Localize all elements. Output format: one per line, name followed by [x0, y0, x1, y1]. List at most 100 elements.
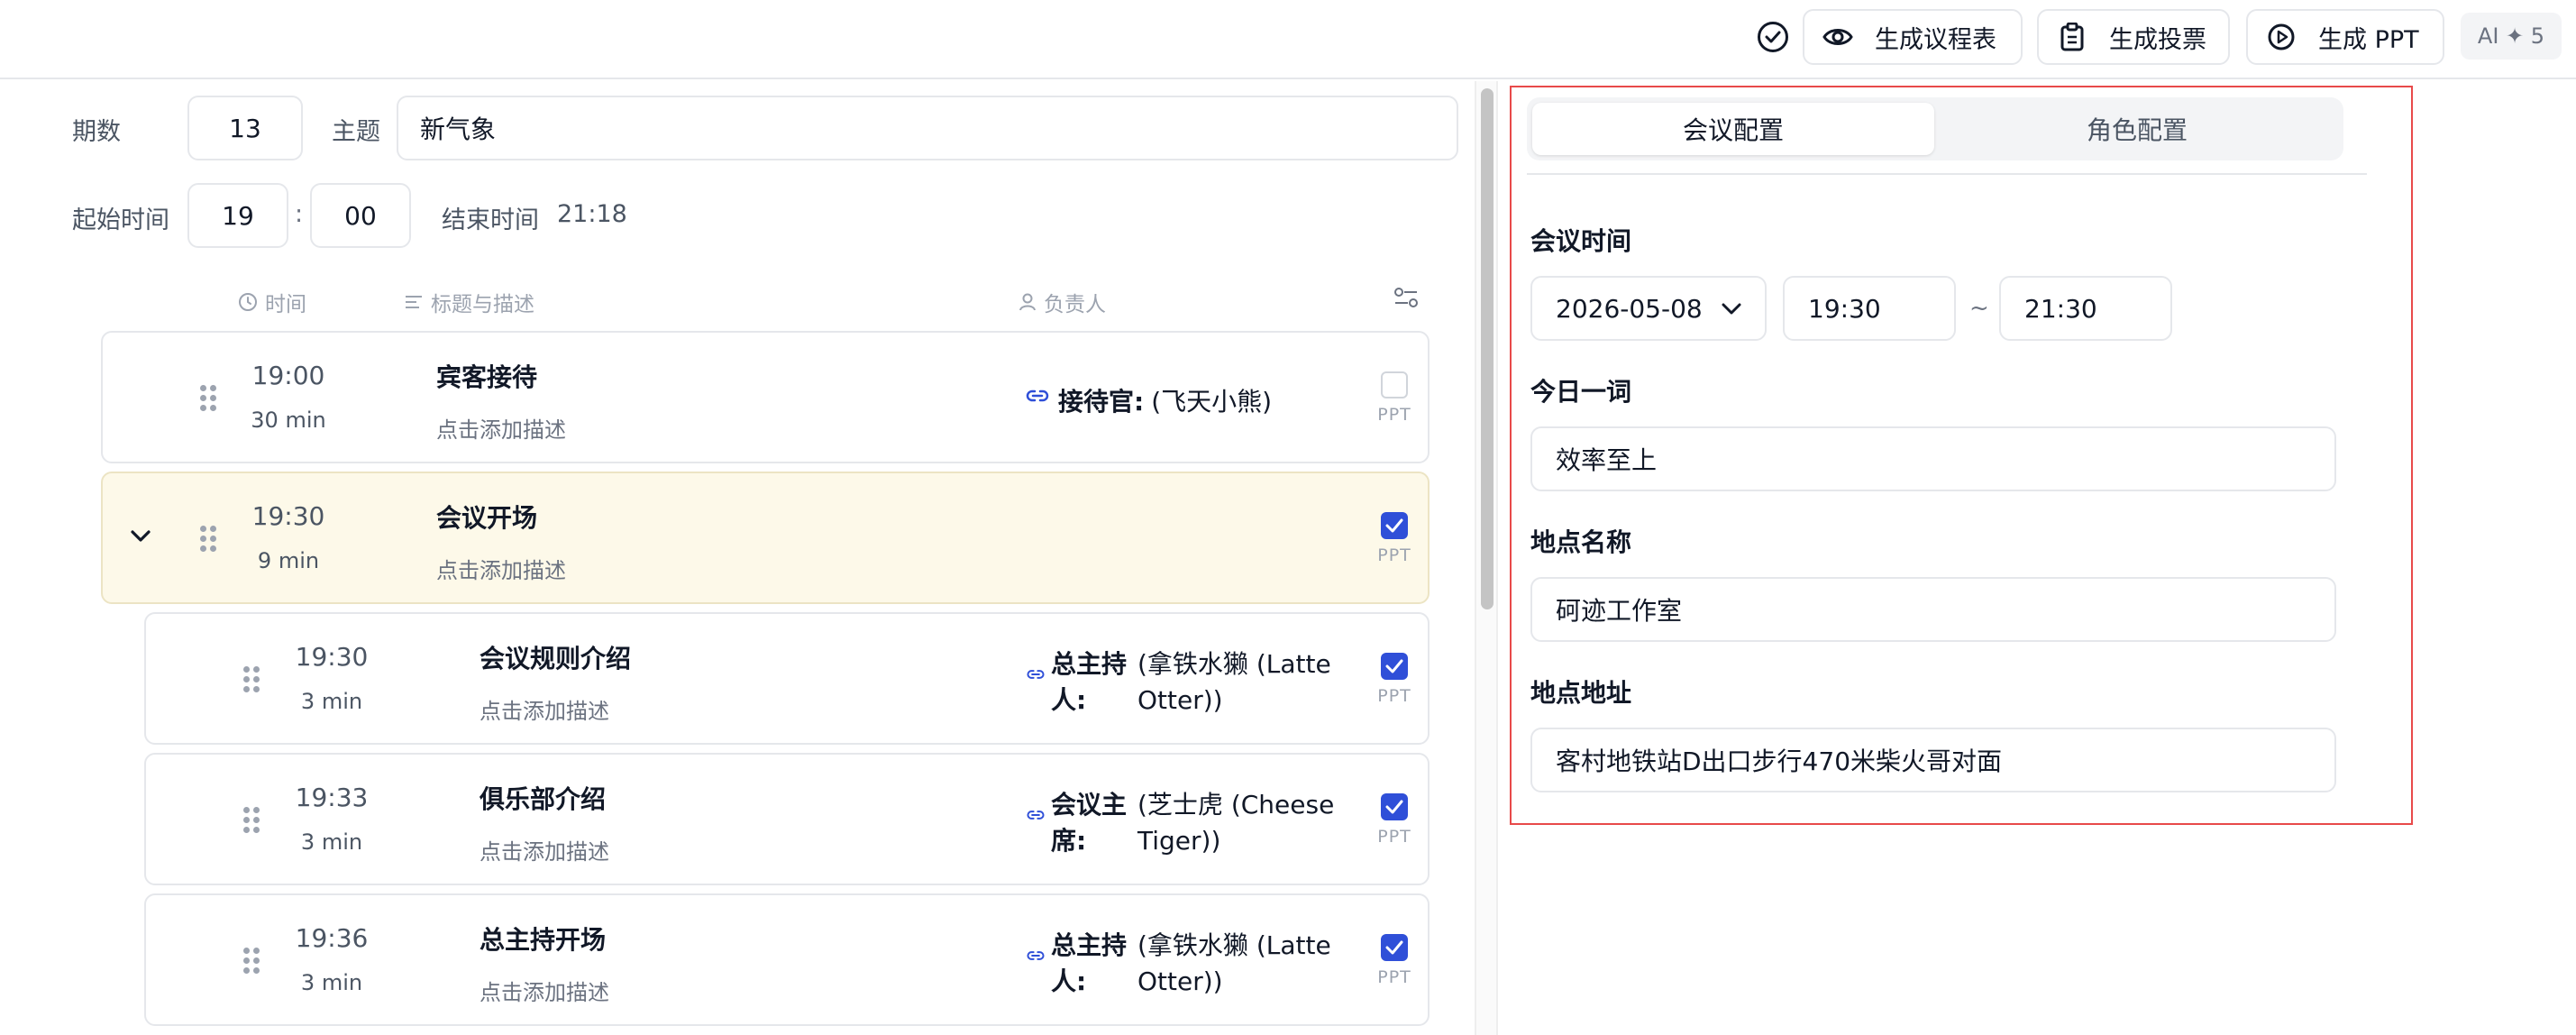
- top-toolbar: 生成议程表 生成投票 生成 PPT AI ✦ 5: [0, 0, 2576, 79]
- row-title[interactable]: 会议规则介绍: [480, 639, 631, 675]
- row-time: 19:30: [251, 501, 325, 531]
- column-title: 标题与描述: [404, 287, 534, 317]
- theme-input[interactable]: 新气象: [397, 96, 1458, 160]
- row-owner-role: 会议主: [1051, 790, 1128, 820]
- chevron-down-icon: [1722, 303, 1741, 315]
- generate-vote-button[interactable]: 生成投票: [2037, 9, 2230, 65]
- venue-address-input[interactable]: 客村地铁站D出口步行470米柴火哥对面: [1530, 728, 2336, 792]
- row-duration: 3 min: [300, 829, 363, 855]
- word-of-day-input[interactable]: 效率至上: [1530, 426, 2336, 491]
- time-colon: :: [295, 200, 304, 228]
- row-owner[interactable]: 会议主 席: (芝士虎 (Cheese Tiger)): [1026, 787, 1334, 859]
- column-time-label: 时间: [265, 293, 306, 316]
- text-align-icon: [406, 296, 422, 308]
- generate-agenda-button[interactable]: 生成议程表: [1803, 9, 2023, 65]
- row-title[interactable]: 宾客接待: [436, 358, 537, 394]
- tab-role-config[interactable]: 角色配置: [1936, 103, 2338, 155]
- column-settings-icon[interactable]: [1393, 285, 1419, 314]
- row-description[interactable]: 点击添加描述: [480, 975, 609, 1006]
- ppt-checkbox[interactable]: [1381, 371, 1408, 398]
- row-description[interactable]: 点击添加描述: [436, 412, 566, 444]
- check-circle-icon[interactable]: [1758, 22, 1788, 52]
- agenda-row-group[interactable]: 19:30 9 min 会议开场 点击添加描述 PPT: [101, 472, 1430, 604]
- row-time: 19:36: [295, 923, 369, 953]
- chevron-down-icon[interactable]: [130, 529, 151, 547]
- column-owner: 负责人: [1019, 287, 1106, 317]
- link-icon: [1026, 809, 1046, 821]
- drag-handle-icon[interactable]: [200, 526, 216, 553]
- ppt-label: PPT: [1377, 545, 1411, 565]
- agenda-row[interactable]: 19:36 3 min 总主持开场 点击添加描述 总主持 人: (拿铁水獭 (La…: [144, 893, 1430, 1026]
- time-range-separator: ~: [1969, 295, 1989, 322]
- generate-ppt-button[interactable]: 生成 PPT: [2246, 9, 2444, 65]
- ai-credits-badge: AI ✦ 5: [2461, 13, 2562, 60]
- check-icon: [1385, 659, 1403, 673]
- row-owner-role-cont: 人:: [1051, 685, 1087, 715]
- row-owner-name: (飞天小熊): [1151, 387, 1273, 417]
- drag-handle-icon[interactable]: [243, 807, 260, 834]
- clock-icon: [239, 293, 257, 311]
- ppt-label: PPT: [1377, 405, 1411, 425]
- link-icon: [1026, 388, 1049, 404]
- row-description[interactable]: 点击添加描述: [480, 834, 609, 866]
- venue-name-label: 地点名称: [1530, 527, 1632, 557]
- meeting-end-input[interactable]: 21:30: [1999, 276, 2172, 341]
- theme-label: 主题: [332, 118, 380, 146]
- start-minute-input[interactable]: 00: [310, 183, 411, 248]
- ppt-checkbox[interactable]: [1381, 653, 1408, 680]
- row-time: 19:00: [251, 361, 325, 390]
- date-select[interactable]: 2026-05-08: [1530, 276, 1767, 341]
- row-owner-name-cont: Tiger)): [1137, 826, 1221, 856]
- row-owner[interactable]: 接待官: (飞天小熊): [1026, 382, 1272, 418]
- ppt-checkbox[interactable]: [1381, 934, 1408, 961]
- meeting-start-input[interactable]: 19:30: [1783, 276, 1956, 341]
- row-description[interactable]: 点击添加描述: [436, 553, 566, 584]
- agenda-row[interactable]: 19:33 3 min 俱乐部介绍 点击添加描述 会议主 席: (芝士虎 (Che…: [144, 753, 1430, 885]
- end-time-label: 结束时间: [442, 206, 539, 234]
- date-value: 2026-05-08: [1556, 293, 1703, 324]
- row-owner-role-cont: 人:: [1051, 966, 1087, 996]
- tab-meeting-config[interactable]: 会议配置: [1532, 103, 1934, 155]
- check-icon: [1385, 940, 1403, 955]
- issue-label: 期数: [72, 118, 121, 146]
- link-icon: [1026, 949, 1046, 962]
- drag-handle-icon[interactable]: [243, 948, 260, 975]
- row-time: 19:30: [295, 642, 369, 672]
- row-description[interactable]: 点击添加描述: [480, 693, 609, 725]
- ppt-checkbox[interactable]: [1381, 512, 1408, 539]
- generate-agenda-label: 生成议程表: [1875, 25, 1996, 54]
- user-icon: [1019, 293, 1036, 311]
- drag-handle-icon[interactable]: [243, 666, 260, 693]
- ppt-label: PPT: [1377, 686, 1411, 706]
- row-owner[interactable]: 总主持 人: (拿铁水獭 (Latte Otter)): [1026, 646, 1331, 719]
- clipboard-icon: [2057, 22, 2087, 52]
- column-title-label: 标题与描述: [431, 293, 534, 316]
- agenda-row[interactable]: 19:30 3 min 会议规则介绍 点击添加描述 总主持 人: (拿铁水獭 (L…: [144, 612, 1430, 745]
- row-owner[interactable]: 总主持 人: (拿铁水獭 (Latte Otter)): [1026, 928, 1331, 1000]
- tabs-divider: [1527, 173, 2367, 175]
- word-of-day-label: 今日一词: [1530, 377, 1632, 407]
- ppt-checkbox[interactable]: [1381, 793, 1408, 820]
- issue-input[interactable]: 13: [187, 96, 303, 160]
- check-icon: [1385, 518, 1403, 533]
- row-title[interactable]: 会议开场: [436, 499, 537, 535]
- column-time: 时间: [238, 287, 306, 317]
- agenda-row[interactable]: 19:00 30 min 宾客接待 点击添加描述 接待官: (飞天小熊) PPT: [101, 331, 1430, 463]
- row-title[interactable]: 总主持开场: [480, 921, 606, 957]
- drag-handle-icon[interactable]: [200, 385, 216, 412]
- generate-ppt-label: 生成 PPT: [2318, 25, 2419, 54]
- row-owner-name: (芝士虎 (Cheese: [1137, 790, 1335, 820]
- row-duration: 3 min: [300, 970, 363, 995]
- row-owner-name: (拿铁水獭 (Latte: [1137, 649, 1331, 679]
- ppt-label: PPT: [1377, 827, 1411, 847]
- check-icon: [1385, 800, 1403, 814]
- config-tabs: 会议配置 角色配置: [1527, 97, 2343, 160]
- play-circle-icon: [2266, 22, 2297, 52]
- row-duration: 3 min: [300, 689, 363, 714]
- row-duration: 9 min: [257, 548, 320, 573]
- venue-name-input[interactable]: 砢迹工作室: [1530, 577, 2336, 642]
- agenda-scrollbar-thumb[interactable]: [1481, 88, 1494, 609]
- venue-address-label: 地点地址: [1530, 678, 1632, 708]
- row-title[interactable]: 俱乐部介绍: [480, 780, 606, 816]
- start-hour-input[interactable]: 19: [187, 183, 288, 248]
